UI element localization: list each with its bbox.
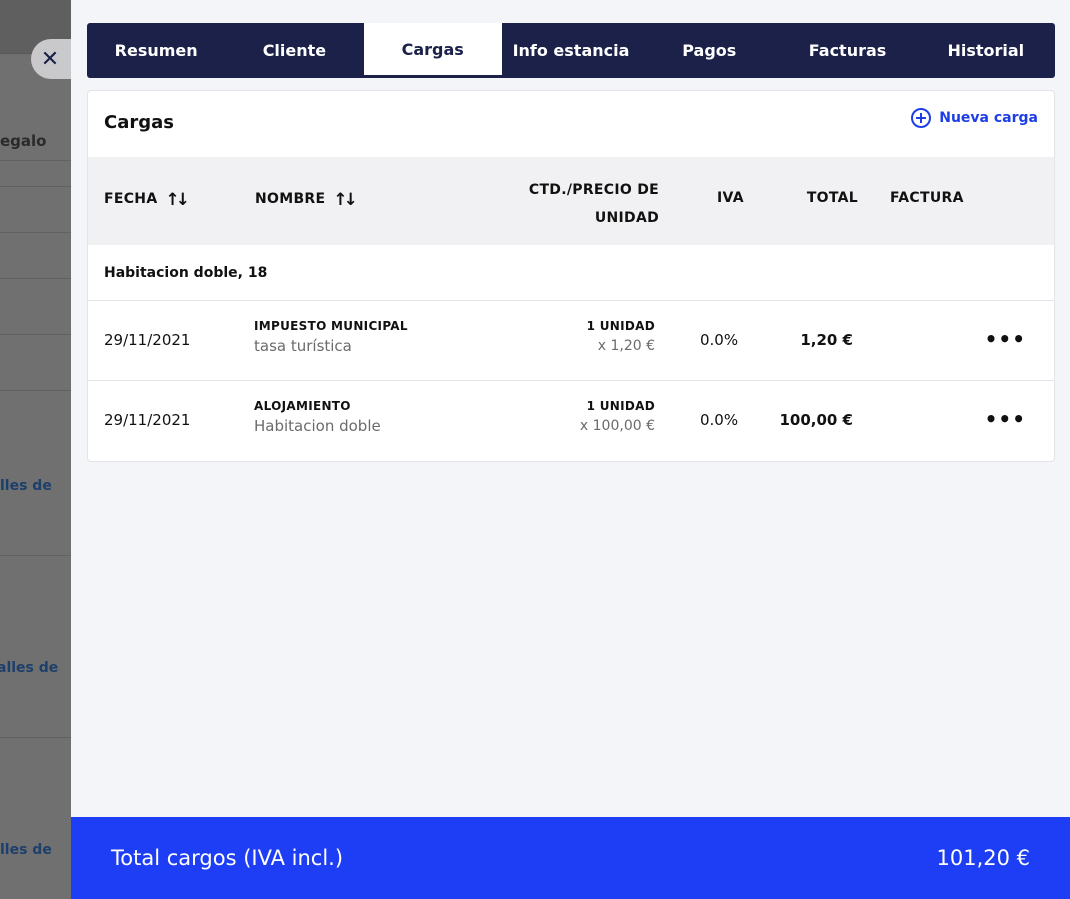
total-footer: Total cargos (IVA incl.) 101,20 € — [71, 817, 1070, 899]
sort-icon[interactable]: ↑↓ — [333, 190, 357, 210]
column-label: UNIDAD — [594, 210, 659, 226]
tab-cargas[interactable]: Cargas — [363, 23, 502, 78]
tab-historial[interactable]: Historial — [917, 23, 1055, 78]
column-header-nombre: NOMBRE ↑↓ — [255, 190, 358, 210]
total-label: Total cargos (IVA incl.) — [111, 846, 344, 870]
row-iva: 0.0% — [700, 411, 739, 429]
table-row[interactable]: 29/11/2021 IMPUESTO MUNICIPAL tasa turís… — [88, 301, 1054, 381]
row-quantity: 1 UNIDAD — [586, 319, 655, 333]
charges-card: Cargas Nueva carga FECHA ↑↓ NOMBRE ↑↓ CTD.… — [87, 90, 1055, 462]
divider — [0, 334, 71, 335]
divider — [0, 160, 71, 161]
row-date: 29/11/2021 — [104, 411, 191, 429]
divider — [0, 186, 71, 187]
background-text: egalo — [0, 132, 47, 150]
charges-panel: Resumen Cliente Cargas Info estancia Pag… — [71, 0, 1070, 899]
divider — [0, 555, 71, 556]
column-header-ctd: CTD./PRECIO DE UNIDAD — [529, 176, 659, 232]
sort-icon[interactable]: ↑↓ — [165, 190, 189, 210]
tab-facturas[interactable]: Facturas — [778, 23, 916, 78]
new-charge-button[interactable]: Nueva carga — [911, 108, 1038, 128]
close-button[interactable]: ✕ — [31, 39, 73, 79]
row-description: tasa turística — [254, 337, 352, 355]
column-label: CTD./PRECIO DE — [528, 182, 659, 198]
more-options-icon[interactable]: ••• — [985, 329, 1026, 349]
divider — [0, 737, 71, 738]
tab-bar: Resumen Cliente Cargas Info estancia Pag… — [87, 23, 1055, 78]
divider — [0, 278, 71, 279]
row-total: 1,20 € — [800, 331, 853, 349]
column-label: FECHA — [104, 191, 158, 207]
row-quantity: 1 UNIDAD — [586, 399, 655, 413]
more-options-icon[interactable]: ••• — [985, 409, 1026, 429]
tab-pagos[interactable]: Pagos — [640, 23, 778, 78]
new-charge-label: Nueva carga — [939, 110, 1038, 126]
column-label: NOMBRE — [255, 191, 326, 207]
row-unit-price: x 100,00 € — [579, 418, 655, 434]
row-date: 29/11/2021 — [104, 331, 191, 349]
close-icon: ✕ — [40, 46, 60, 72]
row-unit-price: x 1,20 € — [597, 338, 655, 354]
plus-circle-icon — [911, 108, 932, 128]
group-row: Habitacion doble, 18 — [88, 245, 1054, 301]
divider — [0, 390, 71, 391]
tab-resumen[interactable]: Resumen — [87, 23, 225, 78]
column-header-fecha: FECHA ↑↓ — [104, 190, 190, 210]
column-header-iva: IVA — [717, 190, 744, 206]
divider — [0, 232, 71, 233]
group-label: Habitacion doble, 18 — [104, 265, 268, 281]
row-name-cell: IMPUESTO MUNICIPAL tasa turística — [254, 319, 408, 355]
row-quantity-cell: 1 UNIDAD x 1,20 € — [587, 319, 655, 354]
row-name: IMPUESTO MUNICIPAL — [254, 319, 408, 333]
total-amount: 101,20 € — [936, 846, 1030, 870]
row-name-cell: ALOJAMIENTO Habitacion doble — [254, 399, 381, 435]
background-link: lles de — [0, 478, 52, 494]
card-title: Cargas — [104, 112, 174, 133]
row-total: 100,00 € — [779, 411, 853, 429]
tab-cliente[interactable]: Cliente — [225, 23, 363, 78]
background-link: alles de — [0, 660, 59, 676]
row-quantity-cell: 1 UNIDAD x 100,00 € — [580, 399, 655, 434]
background-app: egalo lles de alles de lles de — [0, 0, 71, 899]
background-link: lles de — [0, 842, 52, 858]
row-iva: 0.0% — [700, 331, 739, 349]
table-row[interactable]: 29/11/2021 ALOJAMIENTO Habitacion doble … — [88, 381, 1054, 461]
row-name: ALOJAMIENTO — [254, 399, 351, 413]
column-header-factura: FACTURA — [890, 190, 964, 206]
row-description: Habitacion doble — [254, 417, 381, 435]
table-header: FECHA ↑↓ NOMBRE ↑↓ CTD./PRECIO DE UNIDAD I… — [88, 157, 1054, 245]
tab-info-estancia[interactable]: Info estancia — [502, 23, 640, 78]
column-header-total: TOTAL — [806, 190, 858, 206]
